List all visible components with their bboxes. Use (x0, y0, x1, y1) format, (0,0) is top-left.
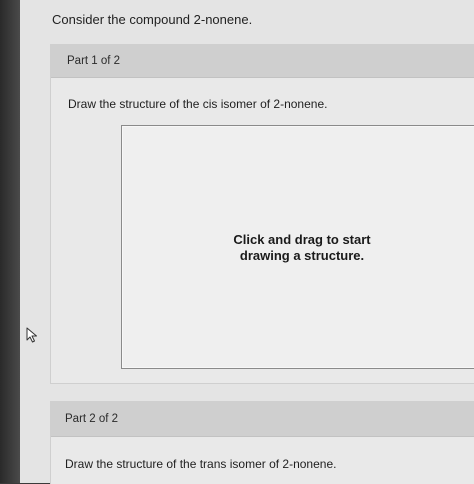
mouse-pointer-icon (26, 327, 37, 343)
screen-bezel (0, 0, 20, 483)
part-2-instruction: Draw the structure of the trans isomer o… (65, 457, 337, 471)
part-2-card: Part 2 of 2 Draw the structure of the tr… (50, 401, 474, 484)
part-1-instruction: Draw the structure of the cis isomer of … (68, 97, 328, 111)
question-prompt: Consider the compound 2-nonene. (52, 12, 253, 27)
structure-drawing-canvas[interactable]: Click and drag to start drawing a struct… (121, 125, 474, 369)
question-page: Consider the compound 2-nonene. Part 1 o… (20, 0, 474, 484)
part-1-label: Part 1 of 2 (67, 55, 121, 67)
part-1-header: Part 1 of 2 (51, 45, 474, 78)
part-1-card: Part 1 of 2 Draw the structure of the ci… (50, 44, 474, 384)
canvas-hint: Click and drag to start drawing a struct… (122, 232, 474, 264)
part-2-label: Part 2 of 2 (65, 413, 119, 425)
canvas-hint-line-2: drawing a structure. (239, 248, 365, 263)
canvas-hint-line-1: Click and drag to start (233, 232, 371, 247)
part-2-header: Part 2 of 2 (51, 402, 474, 437)
